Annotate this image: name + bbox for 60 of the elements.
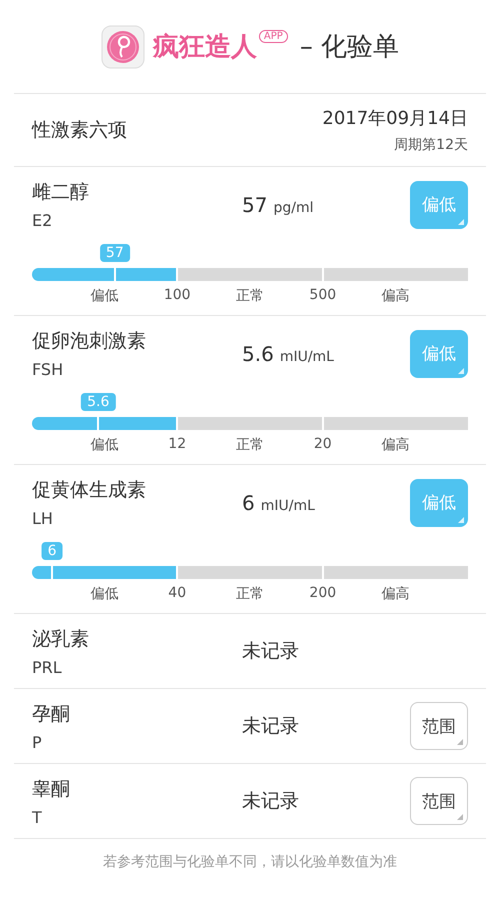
scale-label: 20 (312, 435, 333, 454)
scale-label: 100 (162, 286, 192, 305)
test-unit: pg/ml (273, 200, 314, 216)
value-marker: 57 (100, 244, 130, 262)
scale-label: 偏低 (89, 585, 120, 603)
test-code: FSH (32, 360, 64, 379)
marker-tick (97, 417, 100, 430)
test-value: 未记录 (242, 639, 299, 664)
cycle-day: 周期第12天 (394, 136, 468, 154)
test-name: 促卵泡刺激素 (32, 329, 147, 354)
range-button[interactable]: 范围 (410, 702, 468, 750)
value-marker: 5.6 (81, 393, 116, 411)
test-code: E2 (32, 211, 54, 230)
test-name: 促黄体生成素 (32, 478, 147, 503)
scale-label: 偏低 (89, 287, 120, 305)
corner-icon (458, 218, 464, 224)
test-value: 未记录 (242, 789, 299, 814)
brand-name: 疯狂造人 (152, 31, 257, 64)
test-value: 57 (242, 192, 268, 216)
scale-label: 偏高 (380, 436, 411, 454)
corner-icon (457, 739, 463, 745)
test-name: 睾酮 (32, 776, 71, 802)
corner-icon (458, 368, 464, 374)
scale-label: 200 (308, 584, 338, 603)
test-code: T (32, 808, 43, 826)
corner-icon (458, 516, 464, 522)
test-unit: mIU/mL (260, 498, 315, 514)
scale-label: 正常 (234, 585, 265, 603)
test-name: 泌乳素 (32, 626, 90, 652)
corner-icon (457, 814, 463, 820)
footer-note: 若参考范围与化验单不同，请以化验单数值为准 (102, 853, 398, 871)
scale-label: 正常 (234, 287, 265, 305)
scale-label: 40 (167, 584, 188, 603)
test-name: 孕酮 (32, 702, 71, 726)
app-badge: APP (258, 30, 288, 43)
marker-tick (51, 566, 54, 579)
app-logo-icon (100, 24, 145, 68)
scale-label: 偏高 (380, 585, 411, 603)
marker-tick (114, 268, 116, 281)
status-button[interactable]: 偏低 (410, 330, 468, 378)
status-button[interactable]: 偏低 (410, 180, 468, 228)
test-name: 雌二醇 (32, 180, 90, 205)
test-unit: mIU/mL (280, 348, 334, 364)
range-button[interactable]: 范围 (410, 777, 468, 825)
page-title: – 化验单 (300, 31, 400, 64)
panel-title: 性激素六项 (32, 118, 127, 143)
test-value: 5.6 (242, 342, 274, 366)
scale-label: 500 (308, 286, 338, 305)
scale-label: 12 (167, 435, 188, 454)
test-code: P (32, 732, 43, 752)
scale-label: 偏高 (380, 287, 411, 305)
scale-label: 偏低 (89, 436, 120, 454)
scale-label: 正常 (234, 436, 265, 454)
test-value: 6 (242, 490, 255, 514)
test-value: 未记录 (242, 714, 299, 739)
report-date: 2017年09月14日 (322, 107, 468, 130)
test-code: PRL (32, 658, 63, 676)
status-button[interactable]: 偏低 (410, 478, 468, 526)
test-code: LH (32, 509, 54, 528)
value-marker: 6 (42, 542, 62, 560)
